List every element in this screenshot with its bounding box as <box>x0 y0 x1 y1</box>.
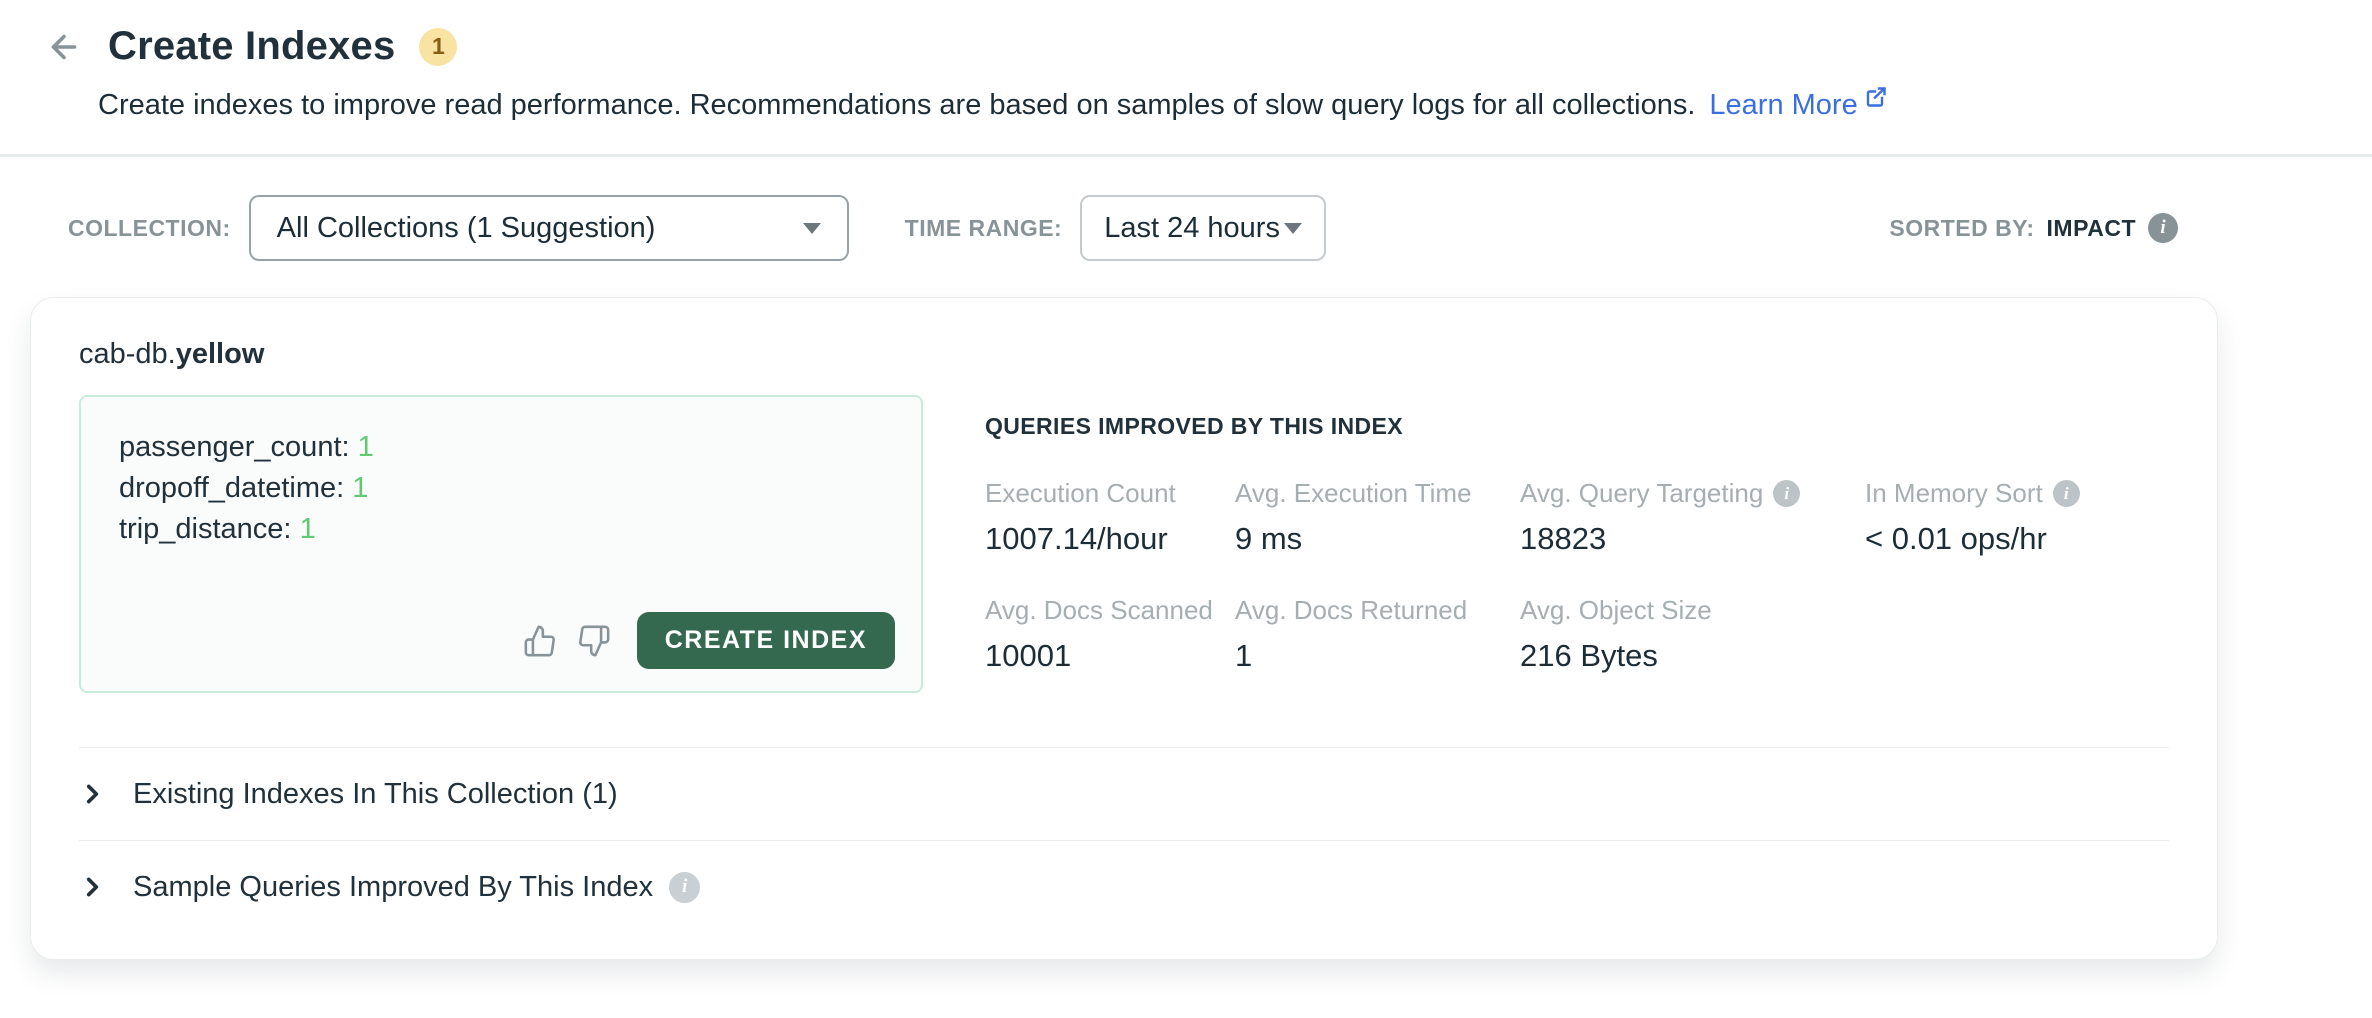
stat-in-memory-sort: In Memory Sort i < 0.01 ops/hr <box>1865 478 2169 557</box>
existing-indexes-toggle[interactable]: Existing Indexes In This Collection (1) <box>79 748 2169 840</box>
sorted-by-value: IMPACT <box>2047 215 2136 242</box>
index-suggestion-card: cab-db.yellow passenger_count: 1 dropoff… <box>30 297 2218 960</box>
stat-avg-docs-scanned: Avg. Docs Scanned 10001 <box>985 595 1235 674</box>
page-title: Create Indexes <box>108 24 395 69</box>
info-icon[interactable]: i <box>2053 480 2080 507</box>
stat-label: Avg. Query Targeting <box>1520 478 1763 509</box>
stat-avg-object-size: Avg. Object Size 216 Bytes <box>1520 595 1865 674</box>
index-field: trip_distance: 1 <box>119 509 883 550</box>
stat-avg-execution-time: Avg. Execution Time 9 ms <box>1235 478 1520 557</box>
stats-header: QUERIES IMPROVED BY THIS INDEX <box>985 413 2169 440</box>
page-header: Create Indexes 1 <box>0 0 2372 69</box>
existing-indexes-title: Existing Indexes In This Collection (1) <box>133 778 618 811</box>
filter-bar: COLLECTION: All Collections (1 Suggestio… <box>68 195 2372 261</box>
suggestion-count-badge: 1 <box>419 28 457 66</box>
stat-label: In Memory Sort <box>1865 478 2043 509</box>
index-field: dropoff_datetime: 1 <box>119 468 883 509</box>
stat-avg-docs-returned: Avg. Docs Returned 1 <box>1235 595 1520 674</box>
namespace-db: cab-db. <box>79 338 176 370</box>
header-divider <box>0 154 2372 157</box>
learn-more-label: Learn More <box>1709 89 1857 122</box>
index-field-name: dropoff_datetime: <box>119 472 344 504</box>
stat-value: 1007.14/hour <box>985 521 1235 557</box>
caret-down-icon <box>803 223 821 234</box>
stat-label: Avg. Object Size <box>1520 595 1712 626</box>
external-link-icon <box>1864 85 1888 109</box>
thumbs-down-icon <box>577 624 611 658</box>
sample-queries-toggle[interactable]: Sample Queries Improved By This Index i <box>79 841 2169 933</box>
index-field-value: 1 <box>352 472 368 504</box>
stat-avg-query-targeting: Avg. Query Targeting i 18823 <box>1520 478 1865 557</box>
index-actions: CREATE INDEX <box>523 612 895 669</box>
chevron-right-icon <box>79 779 105 809</box>
info-icon[interactable]: i <box>669 872 700 903</box>
stat-label: Execution Count <box>985 478 1176 509</box>
caret-down-icon <box>1284 223 1302 234</box>
thumbs-up-button[interactable] <box>523 624 557 658</box>
collection-namespace: cab-db.yellow <box>79 338 2169 371</box>
sorted-by: SORTED BY: IMPACT i <box>1889 213 2178 243</box>
back-button[interactable] <box>44 27 84 67</box>
index-field-name: passenger_count: <box>119 431 350 463</box>
stat-value: < 0.01 ops/hr <box>1865 521 2169 557</box>
sample-queries-title: Sample Queries Improved By This Index <box>133 871 653 904</box>
stat-value: 9 ms <box>1235 521 1520 557</box>
subtitle-text: Create indexes to improve read performan… <box>98 89 1695 122</box>
stat-value: 216 Bytes <box>1520 638 1865 674</box>
stat-value: 1 <box>1235 638 1520 674</box>
collection-select-value: All Collections (1 Suggestion) <box>277 212 656 245</box>
stat-execution-count: Execution Count 1007.14/hour <box>985 478 1235 557</box>
stat-value: 10001 <box>985 638 1235 674</box>
chevron-right-icon <box>79 872 105 902</box>
sorted-by-label: SORTED BY: <box>1889 215 2034 242</box>
suggested-index-box: passenger_count: 1 dropoff_datetime: 1 t… <box>79 395 923 693</box>
time-range-filter-label: TIME RANGE: <box>905 215 1063 242</box>
index-field-value: 1 <box>358 431 374 463</box>
stat-label: Avg. Docs Returned <box>1235 595 1467 626</box>
stat-label: Avg. Execution Time <box>1235 478 1472 509</box>
namespace-collection: yellow <box>176 338 265 370</box>
time-range-select-value: Last 24 hours <box>1104 212 1280 245</box>
time-range-select[interactable]: Last 24 hours <box>1080 195 1326 261</box>
stat-label: Avg. Docs Scanned <box>985 595 1213 626</box>
learn-more-link[interactable]: Learn More <box>1709 89 1887 122</box>
collection-filter-label: COLLECTION: <box>68 215 231 242</box>
create-index-button[interactable]: CREATE INDEX <box>637 612 895 669</box>
index-field: passenger_count: 1 <box>119 427 883 468</box>
arrow-left-icon <box>46 29 82 65</box>
info-icon[interactable]: i <box>1773 480 1800 507</box>
collection-select[interactable]: All Collections (1 Suggestion) <box>249 195 849 261</box>
thumbs-down-button[interactable] <box>577 624 611 658</box>
thumbs-up-icon <box>523 624 557 658</box>
queries-improved-stats: QUERIES IMPROVED BY THIS INDEX Execution… <box>985 395 2169 693</box>
index-field-value: 1 <box>300 513 316 545</box>
stat-value: 18823 <box>1520 521 1865 557</box>
page-subtitle: Create indexes to improve read performan… <box>98 89 2372 122</box>
info-icon[interactable]: i <box>2148 213 2178 243</box>
index-field-name: trip_distance: <box>119 513 292 545</box>
